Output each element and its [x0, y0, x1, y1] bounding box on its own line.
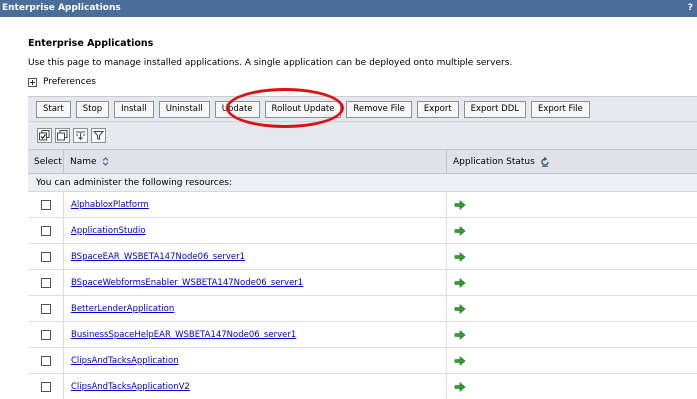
rollout-update-button[interactable]: Rollout Update — [264, 100, 342, 118]
row-name-cell: AlphabloxPlatform — [64, 192, 447, 217]
table-header: Select Name Application Status — [28, 149, 697, 174]
export-file-button[interactable]: Export File — [531, 100, 590, 118]
application-link[interactable]: BSpaceWebformsEnabler_WSBETA147Node06_se… — [71, 278, 303, 288]
table-row: BSpaceWebformsEnabler_WSBETA147Node06_se… — [28, 270, 697, 296]
help-icon[interactable]: ? — [688, 0, 693, 17]
remove-file-button[interactable]: Remove File — [346, 100, 412, 118]
table-row: ClipsAndTacksApplicationV2 — [28, 374, 697, 399]
stop-button[interactable]: Stop — [75, 100, 110, 118]
started-arrow-icon — [454, 251, 466, 262]
row-name-cell: BusinessSpaceHelpEAR_WSBETA147Node06_ser… — [64, 322, 447, 347]
application-link[interactable]: BetterLenderApplication — [71, 304, 174, 314]
row-select-cell — [28, 270, 64, 295]
row-status-cell — [447, 270, 697, 295]
status-column-header: Application Status — [447, 150, 697, 173]
row-name-cell: ClipsAndTacksApplication — [64, 348, 447, 373]
row-checkbox[interactable] — [40, 199, 51, 210]
export-ddl-button[interactable]: Export DDL — [463, 100, 527, 118]
deselect-all-icon[interactable] — [55, 128, 70, 143]
row-name-cell: ClipsAndTacksApplicationV2 — [64, 374, 447, 399]
sort-icon[interactable] — [102, 157, 109, 166]
clear-filter-icon[interactable] — [91, 128, 106, 143]
row-select-cell — [28, 192, 64, 217]
name-column-label[interactable]: Name — [70, 157, 97, 167]
started-arrow-icon — [454, 303, 466, 314]
table-row: ApplicationStudio — [28, 218, 697, 244]
table-row: ClipsAndTacksApplication — [28, 348, 697, 374]
select-column-header: Select — [28, 150, 64, 173]
title-bar-title: Enterprise Applications — [2, 3, 121, 13]
uninstall-button[interactable]: Uninstall — [158, 100, 210, 118]
application-link[interactable]: ClipsAndTacksApplication — [71, 356, 179, 366]
table-row: AlphabloxPlatform — [28, 192, 697, 218]
row-checkbox[interactable] — [40, 329, 51, 340]
started-arrow-icon — [454, 199, 466, 210]
show-filter-icon[interactable] — [73, 128, 88, 143]
application-link[interactable]: BusinessSpaceHelpEAR_WSBETA147Node06_ser… — [71, 330, 296, 340]
row-checkbox[interactable] — [40, 225, 51, 236]
started-arrow-icon — [454, 277, 466, 288]
application-link[interactable]: BSpaceEAR_WSBETA147Node06_server1 — [71, 252, 245, 262]
table-row: BusinessSpaceHelpEAR_WSBETA147Node06_ser… — [28, 322, 697, 348]
started-arrow-icon — [454, 355, 466, 366]
row-name-cell: BetterLenderApplication — [64, 296, 447, 321]
application-link[interactable]: ApplicationStudio — [71, 226, 146, 236]
install-button[interactable]: Install — [114, 100, 154, 118]
row-status-cell — [447, 374, 697, 399]
preferences-toggle[interactable]: Preferences — [28, 77, 96, 87]
update-button[interactable]: Update — [214, 100, 260, 118]
application-link[interactable]: AlphabloxPlatform — [71, 200, 149, 210]
page-description: Use this page to manage installed applic… — [28, 58, 513, 68]
refresh-icon[interactable] — [540, 156, 550, 167]
row-name-cell: ApplicationStudio — [64, 218, 447, 243]
export-button[interactable]: Export — [416, 100, 459, 118]
row-select-cell — [28, 322, 64, 347]
started-arrow-icon — [454, 381, 466, 392]
row-select-cell — [28, 244, 64, 269]
row-status-cell — [447, 218, 697, 243]
started-arrow-icon — [454, 329, 466, 340]
row-checkbox[interactable] — [40, 355, 51, 366]
row-status-cell — [447, 296, 697, 321]
row-select-cell — [28, 374, 64, 399]
expand-plus-icon[interactable] — [28, 77, 37, 87]
row-checkbox[interactable] — [40, 277, 51, 288]
name-column-header[interactable]: Name — [64, 150, 447, 173]
select-all-icon[interactable] — [37, 128, 52, 143]
table-row: BSpaceEAR_WSBETA147Node06_server1 — [28, 244, 697, 270]
row-status-cell — [447, 348, 697, 373]
row-name-cell: BSpaceWebformsEnabler_WSBETA147Node06_se… — [64, 270, 447, 295]
row-checkbox[interactable] — [40, 303, 51, 314]
table-row: BetterLenderApplication — [28, 296, 697, 322]
row-checkbox[interactable] — [40, 381, 51, 392]
row-name-cell: BSpaceEAR_WSBETA147Node06_server1 — [64, 244, 447, 269]
row-select-cell — [28, 218, 64, 243]
row-select-cell — [28, 348, 64, 373]
row-select-cell — [28, 296, 64, 321]
row-checkbox[interactable] — [40, 251, 51, 262]
action-toolbar: Start Stop Install Uninstall Update Roll… — [28, 96, 697, 121]
table-note: You can administer the following resourc… — [28, 174, 697, 192]
page-title: Enterprise Applications — [28, 38, 154, 49]
row-status-cell — [447, 192, 697, 217]
row-status-cell — [447, 322, 697, 347]
table-icon-toolbar — [28, 121, 697, 149]
preferences-label[interactable]: Preferences — [43, 77, 96, 87]
row-status-cell — [447, 244, 697, 269]
title-bar: Enterprise Applications ? — [0, 0, 697, 17]
start-button[interactable]: Start — [36, 100, 71, 118]
table-body: AlphabloxPlatform ApplicationStudio BSpace… — [28, 192, 697, 399]
application-link[interactable]: ClipsAndTacksApplicationV2 — [71, 382, 190, 392]
applications-table: Select Name Application Status You can a… — [28, 149, 697, 399]
status-column-label: Application Status — [453, 156, 535, 167]
started-arrow-icon — [454, 225, 466, 236]
